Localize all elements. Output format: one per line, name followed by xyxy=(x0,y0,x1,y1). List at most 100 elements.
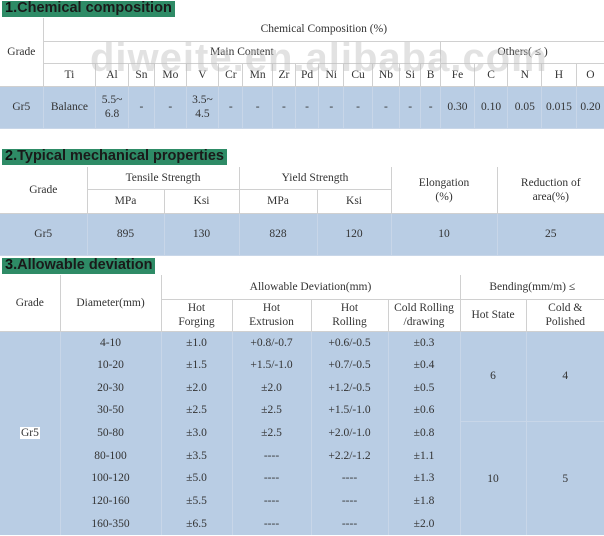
cold-rolling-cell: ±2.0 xyxy=(387,512,461,536)
hot-rolling-cell: +2.2/-1.2 xyxy=(310,444,389,468)
element-header-main: Si xyxy=(399,62,422,87)
main-value-cell: 5.5~ 6.8 xyxy=(95,85,129,129)
chemical-composition-header: Chemical Composition (%) xyxy=(42,18,604,42)
hot-state-bending-cell: 10 xyxy=(459,421,527,536)
table-row: 50-80 ±3.0 ±2.5 +2.0/-1.0 ±0.8 10 5 xyxy=(0,421,604,536)
hot-extrusion-header: Hot Extrusion xyxy=(231,298,312,332)
tensile-mpa-cell: 895 xyxy=(86,212,165,256)
grade-cell: Gr5 xyxy=(0,85,44,129)
main-value-cell: - xyxy=(271,85,296,129)
element-header-other: O xyxy=(575,62,604,87)
main-value-cell: - xyxy=(371,85,401,129)
diameter-cell: 80-100 xyxy=(59,444,162,468)
diameter-cell: 120-160 xyxy=(59,489,162,513)
main-value-cell: - xyxy=(318,85,345,129)
hot-extrusion-cell: +0.8/-0.7 xyxy=(231,331,312,354)
reduction-header: Reduction of area(%) xyxy=(496,167,604,214)
other-value-cell: 0.10 xyxy=(473,85,509,129)
yield-mpa-header: MPa xyxy=(238,188,318,214)
hot-rolling-cell: +1.2/-0.5 xyxy=(310,376,389,400)
cold-rolling-cell: ±1.3 xyxy=(387,467,461,490)
section-number: 3 xyxy=(5,257,14,273)
hot-forging-cell: ±1.0 xyxy=(160,331,233,354)
section-title-text: Typical mechanical properties xyxy=(17,148,224,164)
diameter-cell: 4-10 xyxy=(59,331,162,354)
hot-forging-cell: ±2.5 xyxy=(160,399,233,422)
yield-strength-header: Yield Strength xyxy=(238,167,392,190)
hot-extrusion-cell: +1.5/-1.0 xyxy=(231,353,312,377)
element-header-main: B xyxy=(420,62,442,87)
grade-text: Gr5 xyxy=(20,427,40,440)
other-value-cell: 0.015 xyxy=(541,85,577,129)
cold-rolling-cell: ±1.1 xyxy=(387,444,461,468)
cold-rolling-cell: ±0.8 xyxy=(387,421,461,445)
hot-extrusion-cell: ±2.5 xyxy=(231,399,312,422)
hot-forging-cell: ±3.5 xyxy=(160,444,233,468)
yield-mpa-cell: 828 xyxy=(238,212,318,256)
main-value-cell: - xyxy=(294,85,320,129)
element-header-main: Cr xyxy=(218,62,244,87)
elongation-header: Elongation (%) xyxy=(390,167,498,214)
allowable-deviation-header: Allowable Deviation(mm) xyxy=(160,275,461,300)
yield-ksi-cell: 120 xyxy=(316,212,392,256)
hot-extrusion-cell: ---- xyxy=(231,489,312,513)
diameter-cell: 30-50 xyxy=(59,399,162,422)
main-value-cell: - xyxy=(242,85,273,129)
hot-extrusion-cell: ±2.5 xyxy=(231,421,312,445)
element-header-main: Ti xyxy=(42,62,97,87)
allowable-deviation-table: Grade Diameter(mm) Allowable Deviation(m… xyxy=(0,275,604,536)
element-header-main: V xyxy=(185,62,220,87)
main-value-cell: - xyxy=(154,85,187,129)
element-header-other: Fe xyxy=(440,62,475,87)
section-title-text: Allowable deviation xyxy=(17,257,153,273)
section-title-mechanical-properties: 2.Typical mechanical properties xyxy=(2,149,227,165)
section-title-allowable-deviation: 3.Allowable deviation xyxy=(2,257,156,274)
cold-rolling-cell: ±1.8 xyxy=(387,489,461,513)
other-value-cell: 0.05 xyxy=(507,85,543,129)
tensile-mpa-header: MPa xyxy=(86,188,165,214)
element-header-main: Sn xyxy=(127,62,156,87)
main-value-cell: - xyxy=(420,85,442,129)
hot-rolling-cell: +2.0/-1.0 xyxy=(310,421,389,445)
hot-extrusion-cell: ---- xyxy=(231,467,312,490)
hot-rolling-cell: +1.5/-1.0 xyxy=(310,399,389,422)
tensile-ksi-cell: 130 xyxy=(163,212,240,256)
grade-cell: Gr5 xyxy=(0,331,61,536)
other-value-cell: 0.20 xyxy=(575,85,604,129)
other-value-cell: 0.30 xyxy=(440,85,475,129)
hot-extrusion-cell: ---- xyxy=(231,512,312,536)
main-value-cell: - xyxy=(218,85,244,129)
hot-rolling-cell: ---- xyxy=(310,467,389,490)
cold-rolling-cell: ±0.3 xyxy=(387,331,461,354)
main-value-cell: 3.5~ 4.5 xyxy=(185,85,220,129)
diameter-cell: 20-30 xyxy=(59,376,162,400)
cold-rolling-cell: ±0.4 xyxy=(387,353,461,377)
hot-rolling-cell: +0.6/-0.5 xyxy=(310,331,389,354)
element-header-main: Mn xyxy=(242,62,273,87)
mechanical-properties-table: Grade Tensile Strength Yield Strength El… xyxy=(0,167,604,256)
section-number: 2 xyxy=(5,148,14,164)
hot-rolling-cell: +0.7/-0.5 xyxy=(310,353,389,377)
cold-rolling-cell: ±0.5 xyxy=(387,376,461,400)
diameter-cell: 160-350 xyxy=(59,512,162,536)
hot-forging-cell: ±3.0 xyxy=(160,421,233,445)
section-title-chemical-composition: 1.Chemical composition xyxy=(2,1,175,17)
tensile-strength-header: Tensile Strength xyxy=(86,167,240,190)
element-header-main: Nb xyxy=(371,62,401,87)
element-header-other: H xyxy=(541,62,577,87)
cold-rolling-cell: ±0.6 xyxy=(387,399,461,422)
grade-cell: Gr5 xyxy=(0,212,88,256)
yield-ksi-header: Ksi xyxy=(316,188,392,214)
hot-state-bending-cell: 6 xyxy=(459,331,527,422)
hot-forging-cell: ±5.5 xyxy=(160,489,233,513)
element-header-main: Cu xyxy=(343,62,373,87)
diameter-header: Diameter(mm) xyxy=(59,275,162,332)
grade-header: Grade xyxy=(0,275,61,332)
hot-forging-cell: ±6.5 xyxy=(160,512,233,536)
hot-forging-cell: ±2.0 xyxy=(160,376,233,400)
main-value-cell: - xyxy=(399,85,422,129)
hot-extrusion-cell: ±2.0 xyxy=(231,376,312,400)
hot-rolling-cell: ---- xyxy=(310,489,389,513)
bending-header: Bending(mm/m) ≤ xyxy=(459,275,604,300)
hot-state-header: Hot State xyxy=(459,298,527,332)
